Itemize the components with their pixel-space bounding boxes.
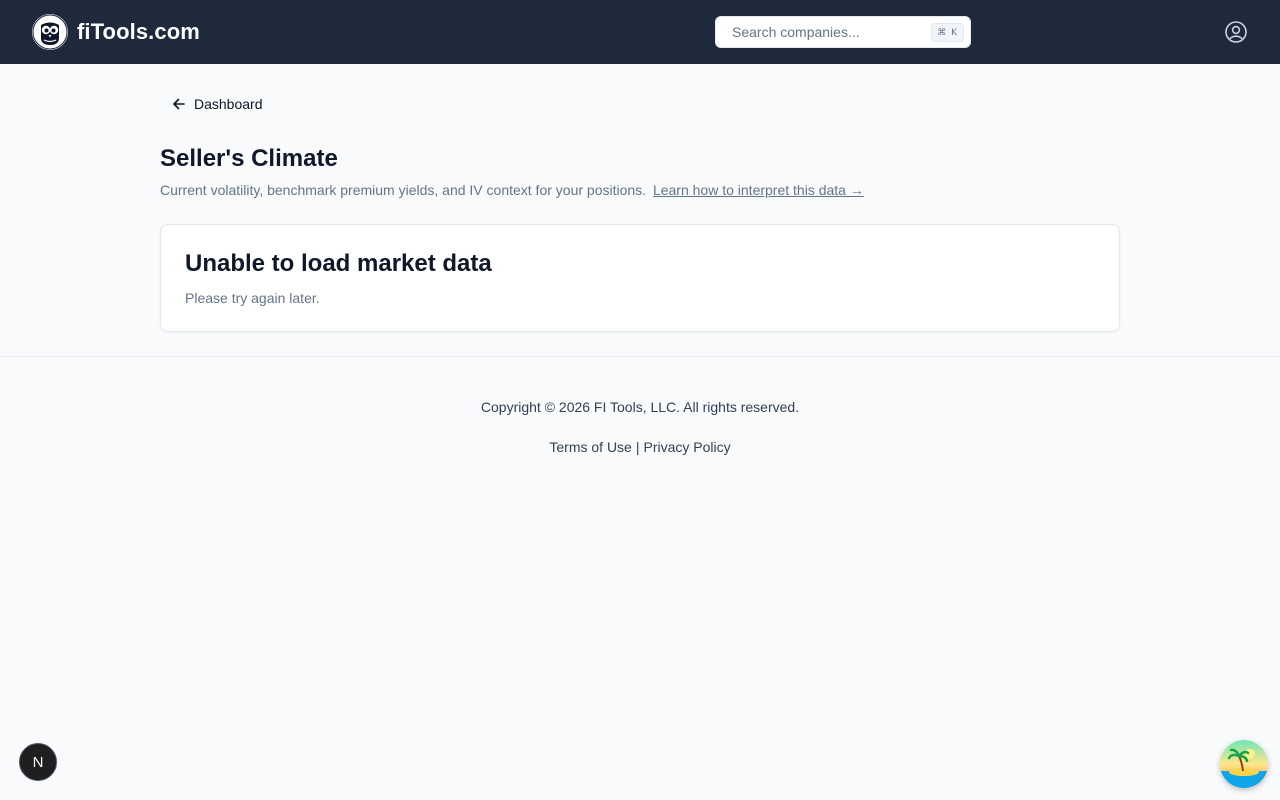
brand-name: fiTools.com bbox=[77, 19, 200, 44]
search-input[interactable] bbox=[732, 24, 922, 40]
footer-separator: | bbox=[635, 439, 640, 455]
learn-more-link[interactable]: Learn how to interpret this data → bbox=[653, 182, 864, 198]
keyboard-shortcut-hint: ⌘ K bbox=[931, 23, 964, 42]
svg-text:N: N bbox=[33, 754, 44, 771]
footer-divider bbox=[0, 356, 1280, 357]
nextjs-dev-badge[interactable]: N bbox=[19, 743, 57, 781]
copyright-text: Copyright © 2026 FI Tools, LLC. All righ… bbox=[480, 399, 800, 415]
back-to-dashboard-link[interactable]: Dashboard bbox=[172, 94, 263, 114]
privacy-policy-link[interactable]: Privacy Policy bbox=[643, 439, 730, 455]
tropical-island-icon bbox=[1220, 740, 1268, 788]
back-link-label: Dashboard bbox=[194, 96, 263, 112]
footer-links: Terms of Use | Privacy Policy bbox=[0, 439, 1280, 455]
subtitle-text: Current volatility, benchmark premium yi… bbox=[160, 182, 647, 198]
nextjs-icon: N bbox=[33, 754, 44, 771]
page-title: Seller's Climate bbox=[160, 145, 338, 172]
terms-of-use-link[interactable]: Terms of Use bbox=[549, 439, 631, 455]
user-circle-icon bbox=[1225, 21, 1247, 43]
page-subtitle: Current volatility, benchmark premium yi… bbox=[160, 182, 864, 198]
error-card: Unable to load market data Please try ag… bbox=[160, 224, 1120, 332]
assistant-launcher-button[interactable] bbox=[1220, 740, 1268, 788]
user-account-button[interactable] bbox=[1224, 20, 1248, 44]
owl-logo-icon bbox=[32, 14, 68, 50]
brand-home-link[interactable]: fiTools.com bbox=[32, 13, 200, 51]
arrow-left-icon bbox=[173, 98, 185, 110]
error-title: Unable to load market data bbox=[185, 250, 492, 277]
top-navbar: fiTools.com ⌘ K bbox=[0, 0, 1280, 64]
error-message: Please try again later. bbox=[185, 290, 320, 306]
search-box[interactable]: ⌘ K bbox=[715, 16, 971, 48]
